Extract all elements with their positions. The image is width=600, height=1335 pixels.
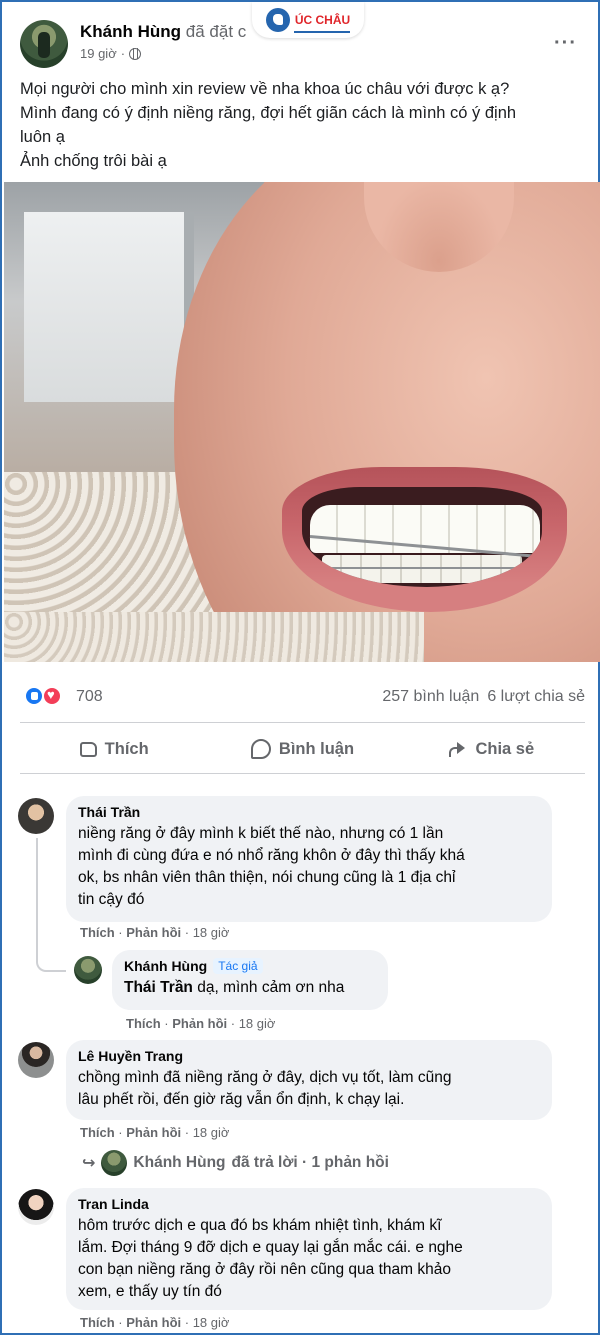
commenter-avatar[interactable] [18, 1189, 54, 1225]
reply-reply-link[interactable]: Phản hồi [172, 1016, 227, 1031]
commenter-name[interactable]: Lê Huyền Trang [78, 1048, 540, 1064]
post-text-line: Mọi người cho mình xin review về nha kho… [20, 80, 510, 98]
post-text-line: Mình đang có ý định niềng răng, đợi hết … [20, 104, 517, 122]
reply-text: Thái Trần dạ, mình cảm ơn nha [124, 979, 345, 996]
post-action-text: đã đặt c [185, 22, 247, 41]
reaction-count[interactable]: 708 [76, 688, 103, 706]
author-badge: Tác giả [213, 958, 263, 974]
comment-text: niềng răng ở đây mình k biết thế nào, nh… [78, 825, 465, 908]
comment-label: Bình luận [278, 739, 355, 758]
view-replies-text: đã trả lời · 1 phản hồi [231, 1154, 389, 1171]
comment-bubble: Lê Huyền Trang chồng mình đã niềng răng … [66, 1040, 552, 1120]
reply-actions: Thích · Phản hồi · 18 giờ [126, 1016, 276, 1031]
like-label: Thích [104, 739, 149, 758]
share-label: Chia sẻ [475, 739, 535, 758]
like-reaction-icon[interactable] [24, 686, 44, 706]
tagged-name[interactable]: Thái Trần [124, 979, 193, 996]
reply-time[interactable]: 18 giờ [239, 1016, 276, 1031]
comment-time[interactable]: 18 giờ [193, 1125, 230, 1140]
brand-logo-text: ÚC CHÂU [294, 13, 351, 27]
comment-bubble: Thái Trần niềng răng ở đây mình k biết t… [66, 796, 552, 922]
like-button[interactable]: Thích [20, 729, 208, 769]
share-arrow-icon [447, 739, 467, 759]
post-text-line: Ảnh chống trôi bài ạ [20, 152, 167, 170]
comment-actions: Thích · Phản hồi · 18 giờ [80, 925, 230, 940]
reply-author-avatar [101, 1150, 128, 1176]
comment-reply-link[interactable]: Phản hồi [126, 1315, 181, 1330]
comment-time[interactable]: 18 giờ [193, 925, 230, 940]
post-actions: Thích Bình luận Chia sẻ [20, 729, 585, 769]
tooth-logo-icon [265, 8, 290, 32]
post-author-line: Khánh Hùng đã đặt c [80, 22, 246, 42]
reply-bubble: Khánh Hùng Tác giả Thái Trần dạ, mình cả… [112, 950, 388, 1010]
commenter-name[interactable]: Thái Trần [78, 804, 540, 820]
thread-line [36, 838, 66, 972]
reply-author-name[interactable]: Khánh Hùng [124, 958, 207, 974]
post-text: Mọi người cho mình xin review về nha kho… [20, 77, 580, 173]
commenter-name[interactable]: Tran Linda [78, 1196, 540, 1212]
comment-text: chồng mình đã niềng răng ở đây, dịch vụ … [78, 1069, 452, 1108]
post-time[interactable]: 19 giờ [80, 46, 117, 61]
author-name[interactable]: Khánh Hùng [80, 22, 181, 41]
post-meta: 19 giờ · [80, 46, 142, 61]
comment-bubble: Tran Linda hôm trước dịch e qua đó bs kh… [66, 1188, 552, 1310]
share-button[interactable]: Chia sẻ [397, 729, 585, 769]
comment-like-link[interactable]: Thích [80, 925, 115, 940]
post-frame: ÚC CHÂU Khánh Hùng đã đặt c 19 giờ · ···… [0, 0, 600, 1335]
comment-reply-link[interactable]: Phản hồi [126, 1125, 181, 1140]
share-count[interactable]: 6 lượt chia sẻ [487, 688, 585, 706]
comment-actions: Thích · Phản hồi · 18 giờ [80, 1315, 230, 1330]
comment-bubble-icon [250, 739, 271, 759]
comment-button[interactable]: Bình luận [208, 729, 396, 769]
view-replies-link[interactable]: ↪ Khánh Hùng đã trả lời · 1 phản hồi [82, 1150, 389, 1176]
love-reaction-icon[interactable] [42, 686, 62, 706]
reply-like-link[interactable]: Thích [126, 1016, 161, 1031]
comment-text: hôm trước dịch e qua đó bs khám nhiệt tì… [78, 1217, 463, 1300]
comment-count[interactable]: 257 bình luận [382, 688, 479, 706]
reply-avatar[interactable] [74, 956, 102, 984]
reply-arrow-icon: ↪ [82, 1155, 96, 1172]
comment-like-link[interactable]: Thích [80, 1125, 115, 1140]
post-photo[interactable] [4, 182, 600, 662]
brand-logo: ÚC CHÂU [252, 2, 364, 38]
post-text-line: luôn ạ [20, 128, 65, 146]
thumbs-up-icon [79, 741, 97, 757]
braces-smile [302, 487, 542, 587]
commenter-avatar[interactable] [18, 798, 54, 834]
more-options-icon[interactable]: ··· [554, 32, 577, 55]
globe-icon [129, 47, 142, 60]
comment-time[interactable]: 18 giờ [193, 1315, 230, 1330]
divider [20, 722, 585, 723]
author-avatar[interactable] [20, 20, 68, 68]
divider [20, 773, 585, 774]
comment-like-link[interactable]: Thích [80, 1315, 115, 1330]
view-replies-author: Khánh Hùng [133, 1154, 226, 1171]
comment-reply-link[interactable]: Phản hồi [126, 925, 181, 940]
commenter-avatar[interactable] [18, 1042, 54, 1078]
comment-actions: Thích · Phản hồi · 18 giờ [80, 1125, 230, 1140]
post-stats: 708 257 bình luận 6 lượt chia sẻ [20, 682, 585, 714]
